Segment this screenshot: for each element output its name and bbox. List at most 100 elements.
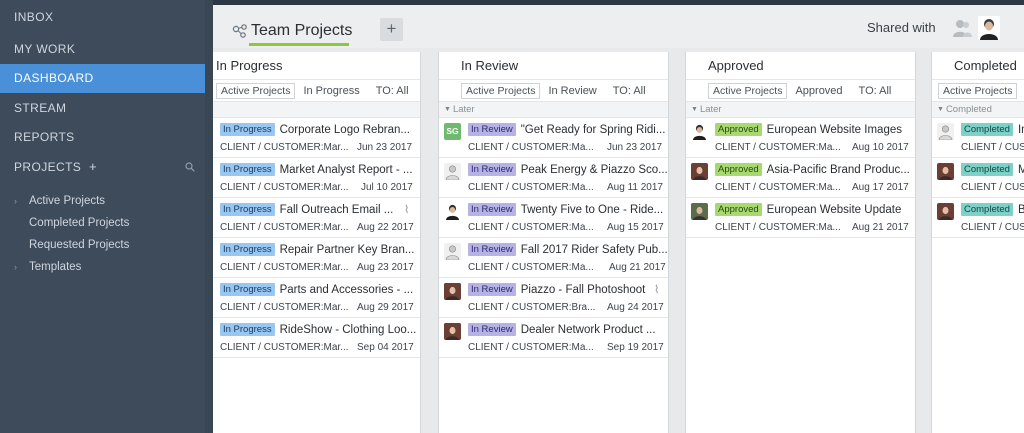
column-header: Approved [686, 52, 915, 80]
status-badge: In Progress [220, 163, 275, 176]
task-date: Aug 21 2017 [609, 262, 666, 273]
filter-active-projects[interactable]: Active Projects [461, 82, 541, 99]
task-name: Twenty Five to One - Ride... [520, 203, 664, 216]
subnav-label: Templates [29, 260, 82, 273]
task-card[interactable]: In Progress Repair Partner Key Bran... CL… [213, 238, 420, 278]
avatar [937, 203, 954, 220]
projects-subnav: › Active Projects Completed Projects Requ… [0, 190, 205, 278]
status-badge: Completed [961, 123, 1013, 136]
status-badge: In Progress [220, 283, 275, 296]
filter-active-projects[interactable]: Active Projects [708, 82, 788, 99]
avatar[interactable] [978, 16, 1000, 40]
task-card[interactable]: In Progress RideShow - Clothing Loo... CL… [213, 318, 420, 358]
sidebar: INBOX MY WORK DASHBOARD STREAM REPORTS P… [0, 0, 205, 433]
task-card[interactable]: Approved European Website Update CLIENT /… [686, 198, 915, 238]
status-badge: Completed [961, 163, 1013, 176]
column-filters: Active Projects In Progress TO: All [213, 80, 420, 101]
task-card[interactable]: SG In Review "Get Ready for Spring Ridi..… [439, 118, 668, 158]
task-card[interactable]: Approved Asia-Pacific Brand Produc... CLI… [686, 158, 915, 198]
task-card[interactable]: Approved European Website Images CLIENT /… [686, 118, 915, 158]
task-name: Dealer Network Product ... [520, 323, 656, 336]
avatar [937, 163, 954, 180]
subnav-label: Completed Projects [29, 216, 130, 229]
subnav-completed-projects[interactable]: Completed Projects [0, 212, 205, 234]
column-filters: Active Projects In Review TO: All [439, 80, 668, 101]
nav-label: DASHBOARD [14, 71, 94, 86]
filter-active-projects[interactable]: Active Projects [216, 82, 296, 99]
column-completed: Completed Active Projects ▼ Completed Com… [931, 52, 1024, 433]
task-card[interactable]: In Progress Market Analyst Report - ... C… [213, 158, 420, 198]
add-project-icon[interactable]: + [89, 159, 97, 174]
subnav-requested-projects[interactable]: Requested Projects [0, 234, 205, 256]
subnav-active-projects[interactable]: › Active Projects [0, 190, 205, 212]
group-header[interactable]: ▼ Later [439, 101, 668, 118]
task-client: CLIENT / CUSTOMER:Mar... [220, 302, 349, 313]
task-card[interactable]: Completed M CLIENT / CUS [932, 158, 1024, 198]
task-client: CLIENT / CUS [961, 142, 1024, 153]
avatar [937, 123, 954, 140]
nav-label: REPORTS [14, 130, 75, 145]
filter-to[interactable]: TO: All [613, 85, 646, 97]
task-client: CLIENT / CUS [961, 182, 1024, 193]
nav-label: MY WORK [14, 41, 76, 56]
task-name: Corporate Logo Rebran... [279, 123, 410, 136]
task-name: Fall Outreach Email ... [279, 203, 394, 216]
task-card[interactable]: In Progress Fall Outreach Email ... ⌇ CLI… [213, 198, 420, 238]
nav-stream[interactable]: STREAM [0, 93, 205, 123]
avatar [691, 123, 708, 140]
task-card[interactable]: In Review Piazzo - Fall Photoshoot ⌇ CLIE… [439, 278, 668, 318]
filter-status[interactable]: Approved [795, 85, 842, 97]
task-date: Aug 22 2017 [357, 222, 414, 233]
triangle-down-icon: ▼ [691, 106, 698, 113]
column-header: Completed [932, 52, 1024, 80]
task-card[interactable]: In Review Peak Energy & Piazzo Sco... CLI… [439, 158, 668, 198]
filter-status[interactable]: In Review [548, 85, 596, 97]
task-card[interactable]: In Review Twenty Five to One - Ride... CL… [439, 198, 668, 238]
group-header[interactable]: r [213, 101, 420, 118]
chevron-right-icon[interactable]: › [14, 262, 29, 272]
task-card[interactable]: In Progress Parts and Accessories - ... C… [213, 278, 420, 318]
task-list: SG In Review "Get Ready for Spring Ridi..… [439, 118, 668, 358]
task-date: Aug 29 2017 [357, 302, 414, 313]
add-column-button[interactable]: + [380, 18, 403, 41]
task-card[interactable]: Completed B CLIENT / CUS [932, 198, 1024, 238]
filter-active-projects[interactable]: Active Projects [938, 82, 1018, 99]
task-name: B [1017, 203, 1024, 216]
task-date: Aug 17 2017 [852, 182, 909, 193]
task-list: In Progress Corporate Logo Rebran... CLIE… [213, 118, 420, 358]
nav-dashboard[interactable]: DASHBOARD [0, 63, 205, 93]
column-in-progress: In Progress Active Projects In Progress … [213, 52, 421, 433]
status-badge: In Review [468, 283, 516, 296]
filter-status[interactable]: In Progress [303, 85, 359, 97]
filter-to[interactable]: TO: All [859, 85, 892, 97]
people-icon[interactable] [951, 18, 973, 38]
task-date: Sep 04 2017 [357, 342, 414, 353]
chevron-right-icon[interactable]: › [14, 196, 29, 206]
status-badge: In Progress [220, 123, 275, 136]
task-card[interactable]: In Progress Corporate Logo Rebran... CLIE… [213, 118, 420, 158]
task-card[interactable]: In Review Fall 2017 Rider Safety Pub... C… [439, 238, 668, 278]
task-name: European Website Update [766, 203, 902, 216]
search-icon[interactable] [185, 162, 195, 172]
task-date: Jun 23 2017 [357, 142, 413, 153]
nav-projects[interactable]: PROJECTS + [0, 152, 205, 182]
task-client: CLIENT / CUSTOMER:Ma... [468, 182, 594, 193]
task-date: Aug 10 2017 [852, 142, 909, 153]
group-header[interactable]: ▼ Later [686, 101, 915, 118]
avatar [444, 163, 461, 180]
task-card[interactable]: Completed In CLIENT / CUS [932, 118, 1024, 158]
task-name: "Get Ready for Spring Ridi... [520, 123, 666, 136]
group-header[interactable]: ▼ Completed [932, 101, 1024, 118]
nav-inbox[interactable]: INBOX [0, 0, 205, 34]
projects-label: PROJECTS [14, 160, 82, 175]
nav-reports[interactable]: REPORTS [0, 123, 205, 153]
subnav-label: Active Projects [29, 194, 106, 207]
status-badge: In Review [468, 123, 516, 136]
task-card[interactable]: In Review Dealer Network Product ... CLIE… [439, 318, 668, 358]
filter-to[interactable]: TO: All [376, 85, 409, 97]
subnav-templates[interactable]: › Templates [0, 256, 205, 278]
main-panel: Team Projects + Shared with In Progress … [213, 0, 1024, 433]
nav-my-work[interactable]: MY WORK [0, 34, 205, 64]
task-client: CLIENT / CUS [961, 222, 1024, 233]
task-name: Peak Energy & Piazzo Sco... [520, 163, 668, 176]
